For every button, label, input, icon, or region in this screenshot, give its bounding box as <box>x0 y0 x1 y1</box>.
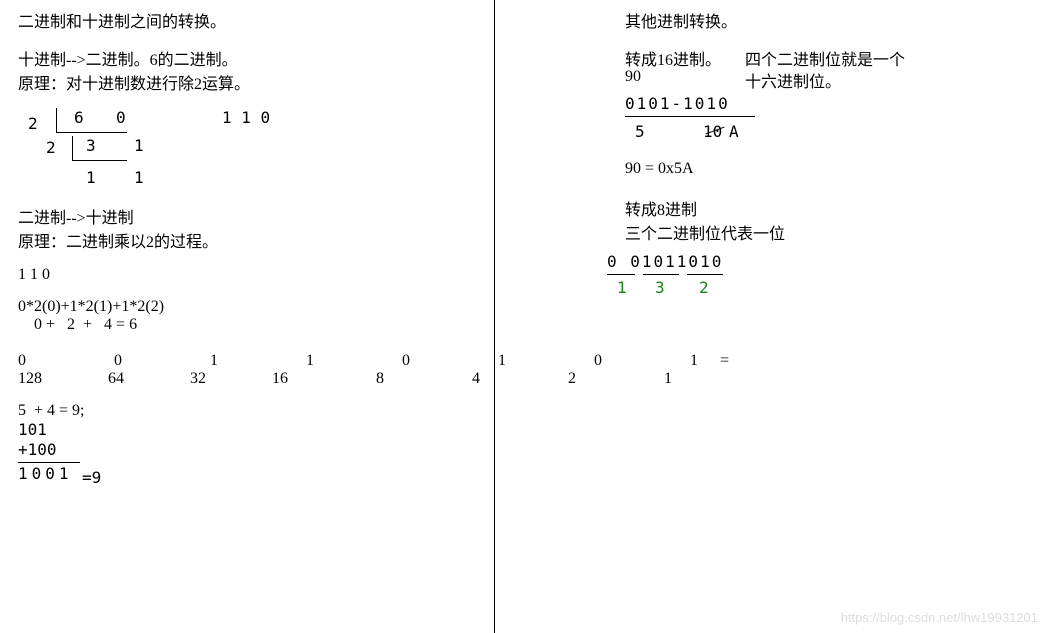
divisor-0: 2 <box>28 114 38 133</box>
remainder-0: 0 <box>116 108 126 127</box>
hex-heading-1: 转成16进制。 <box>625 46 721 70</box>
hex-equation: 90 = 0x5A <box>625 160 1032 178</box>
hex-heading-2a: 四个二进制位就是一个 <box>745 46 905 70</box>
divisor-1: 2 <box>46 138 56 157</box>
right-title: 其他进制转换。 <box>625 8 1032 32</box>
hex-conversion: 0101-1010 5 10 A <box>625 94 825 146</box>
hex-rule <box>625 116 755 117</box>
addend-a: 101 <box>18 420 47 439</box>
oct-digit-3: 2 <box>699 278 711 297</box>
place-values-row: 128 64 32 16 8 4 2 1 <box>18 370 476 388</box>
oct-group-rule-3 <box>687 274 723 275</box>
left-column: 二进制和十进制之间的转换。 十进制-->二进制。6的二进制。 原理：对十进制数进… <box>0 0 495 633</box>
addend-b: +100 <box>18 440 57 459</box>
oct-digit-1: 1 <box>617 278 629 297</box>
oct-bits: 0 01011010 <box>607 252 723 271</box>
watermark: https://blog.csdn.net/lhw19931201 <box>841 610 1038 625</box>
addition-sum: 1001 <box>18 464 73 483</box>
hex-heading-block: 转成16进制。 四个二进制位就是一个 90 十六进制位。 <box>625 46 1032 94</box>
binary-addition: 101 +100 1001 =9 <box>18 420 128 490</box>
oct-group-rule-1 <box>607 274 635 275</box>
binary-result: 1 1 0 <box>222 108 270 127</box>
expansion-expr-2: 0 + 2 + 4 = 6 <box>18 316 476 334</box>
oct-group-rule-2 <box>643 274 679 275</box>
oct-digit-2: 3 <box>655 278 667 297</box>
bits-row: 0 0 1 1 0 1 0 1 = <box>18 352 476 370</box>
hex-bits: 0101-1010 <box>625 94 730 113</box>
remainder-1: 1 <box>134 136 144 155</box>
division-ladder: 2 6 0 1 1 0 2 3 1 1 1 <box>18 108 278 196</box>
hex-heading-2b: 十六进制位。 <box>745 68 841 92</box>
ladder-bracket-2 <box>72 136 127 161</box>
dec-to-bin-heading-1: 十进制-->二进制。6的二进制。 <box>18 46 476 70</box>
quotient-2: 1 <box>86 168 96 187</box>
oct-heading-1: 转成8进制 <box>625 196 1032 220</box>
hex-number: 90 <box>625 68 641 86</box>
addition-equals: =9 <box>82 468 101 487</box>
bin-bits: 1 1 0 <box>18 266 476 284</box>
bin-to-dec-heading-2: 原理：二进制乘以2的过程。 <box>18 228 476 252</box>
left-title: 二进制和十进制之间的转换。 <box>18 8 476 32</box>
hex-nibble-b: A <box>729 122 739 141</box>
oct-heading-2: 三个二进制位代表一位 <box>625 220 1032 244</box>
remainder-2: 1 <box>134 168 144 187</box>
expansion-expr-1: 0*2(0)+1*2(1)+1*2(2) <box>18 298 476 316</box>
quotient-0: 6 <box>74 108 84 127</box>
hex-nibble-a: 5 <box>635 122 645 141</box>
right-column: 其他进制转换。 转成16进制。 四个二进制位就是一个 90 十六进制位。 010… <box>495 0 1050 633</box>
quotient-1: 3 <box>86 136 96 155</box>
octal-conversion: 0 01011010 1 3 2 <box>625 252 785 302</box>
sum-line: 5 + 4 = 9; <box>18 402 476 420</box>
bin-to-dec-heading-1: 二进制-->十进制 <box>18 204 476 228</box>
dec-to-bin-heading-2: 原理：对十进制数进行除2运算。 <box>18 70 476 94</box>
addition-rule <box>18 462 80 463</box>
